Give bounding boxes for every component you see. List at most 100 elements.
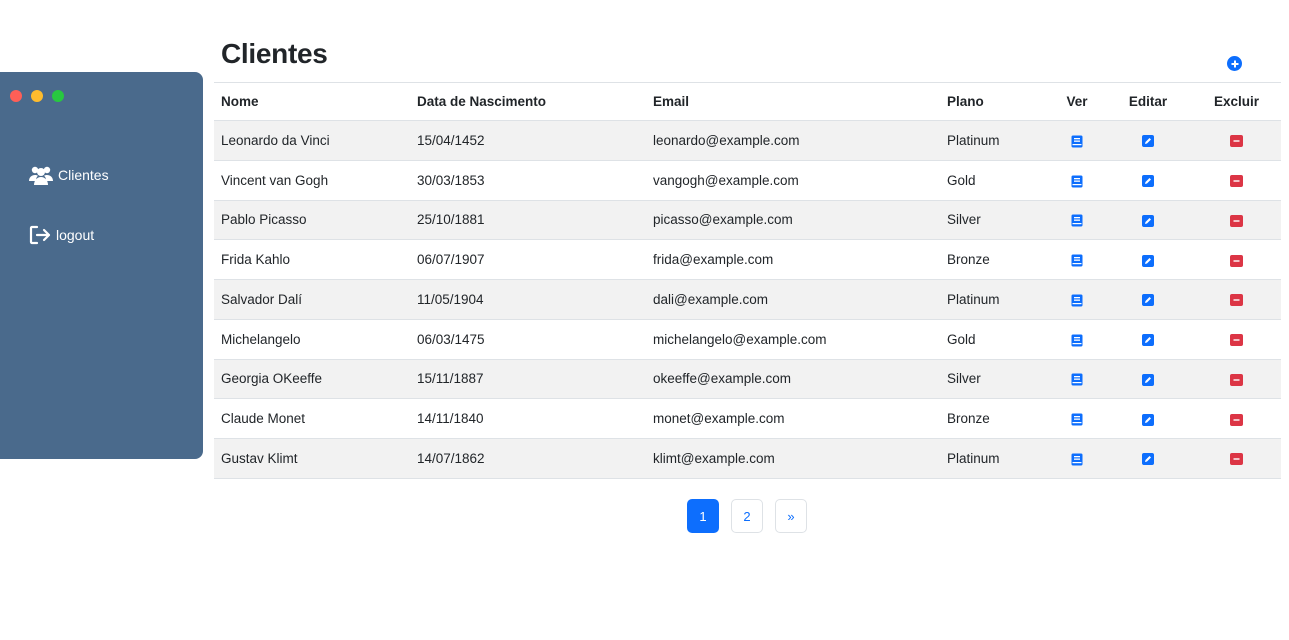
dash-square-icon bbox=[1230, 453, 1243, 466]
cell-nome: Leonardo da Vinci bbox=[214, 120, 410, 161]
view-button[interactable] bbox=[1071, 294, 1083, 307]
delete-button[interactable] bbox=[1230, 334, 1243, 347]
cell-excluir bbox=[1192, 319, 1281, 360]
clients-table: Nome Data de Nascimento Email Plano Ver … bbox=[214, 82, 1281, 479]
page-link-1[interactable]: 1 bbox=[687, 499, 719, 533]
book-icon bbox=[1071, 373, 1083, 386]
delete-button[interactable] bbox=[1230, 135, 1243, 148]
table-row: Gustav Klimt 14/07/1862 klimt@example.com P… bbox=[214, 438, 1281, 479]
table-row: Leonardo da Vinci 15/04/1452 leonardo@exam… bbox=[214, 120, 1281, 161]
view-button[interactable] bbox=[1071, 413, 1083, 426]
cell-excluir bbox=[1192, 438, 1281, 479]
cell-email: michelangelo@example.com bbox=[646, 319, 940, 360]
view-button[interactable] bbox=[1071, 254, 1083, 267]
cell-plano: Platinum bbox=[940, 438, 1050, 479]
cell-ver bbox=[1050, 359, 1104, 400]
view-button[interactable] bbox=[1071, 453, 1083, 466]
dash-square-icon bbox=[1230, 214, 1243, 227]
cell-editar bbox=[1104, 120, 1192, 161]
book-icon bbox=[1071, 294, 1083, 307]
table-row: Georgia OKeeffe 15/11/1887 okeeffe@example… bbox=[214, 359, 1281, 400]
book-icon bbox=[1071, 254, 1083, 267]
cell-ver bbox=[1050, 200, 1104, 241]
pencil-square-icon bbox=[1142, 254, 1154, 267]
maximize-window-dot[interactable] bbox=[52, 90, 64, 102]
window-controls bbox=[10, 90, 64, 102]
cell-editar bbox=[1104, 359, 1192, 400]
cell-nascimento: 15/11/1887 bbox=[410, 359, 646, 400]
dash-square-icon bbox=[1230, 254, 1243, 267]
cell-nascimento: 14/07/1862 bbox=[410, 438, 646, 479]
cell-editar bbox=[1104, 279, 1192, 320]
cell-plano: Bronze bbox=[940, 239, 1050, 280]
table-row: Michelangelo 06/03/1475 michelangelo@examp… bbox=[214, 319, 1281, 360]
edit-button[interactable] bbox=[1142, 135, 1154, 148]
cell-email: vangogh@example.com bbox=[646, 160, 940, 201]
sidebar-item-clientes[interactable]: Clientes bbox=[28, 164, 109, 186]
pencil-square-icon bbox=[1142, 373, 1154, 386]
cell-excluir bbox=[1192, 239, 1281, 280]
delete-button[interactable] bbox=[1230, 214, 1243, 227]
column-header-excluir: Excluir bbox=[1192, 82, 1281, 121]
column-header-plano: Plano bbox=[940, 82, 1050, 121]
delete-button[interactable] bbox=[1230, 413, 1243, 426]
edit-button[interactable] bbox=[1142, 214, 1154, 227]
cell-nascimento: 11/05/1904 bbox=[410, 279, 646, 320]
add-client-button[interactable] bbox=[1227, 56, 1242, 71]
pencil-square-icon bbox=[1142, 453, 1154, 466]
view-button[interactable] bbox=[1071, 175, 1083, 188]
edit-button[interactable] bbox=[1142, 254, 1154, 267]
cell-plano: Bronze bbox=[940, 398, 1050, 439]
edit-button[interactable] bbox=[1142, 334, 1154, 347]
edit-button[interactable] bbox=[1142, 175, 1154, 188]
minimize-window-dot[interactable] bbox=[31, 90, 43, 102]
cell-editar bbox=[1104, 160, 1192, 201]
cell-email: dali@example.com bbox=[646, 279, 940, 320]
cell-plano: Platinum bbox=[940, 120, 1050, 161]
view-button[interactable] bbox=[1071, 334, 1083, 347]
cell-email: okeeffe@example.com bbox=[646, 359, 940, 400]
cell-nome: Georgia OKeeffe bbox=[214, 359, 410, 400]
delete-button[interactable] bbox=[1230, 254, 1243, 267]
delete-button[interactable] bbox=[1230, 453, 1243, 466]
book-icon bbox=[1071, 214, 1083, 227]
delete-button[interactable] bbox=[1230, 175, 1243, 188]
table-header-row: Nome Data de Nascimento Email Plano Ver … bbox=[214, 82, 1281, 121]
cell-email: picasso@example.com bbox=[646, 200, 940, 241]
book-icon bbox=[1071, 175, 1083, 188]
delete-button[interactable] bbox=[1230, 294, 1243, 307]
column-header-nome: Nome bbox=[214, 82, 410, 121]
view-button[interactable] bbox=[1071, 135, 1083, 148]
sidebar-item-label: logout bbox=[56, 227, 95, 243]
view-button[interactable] bbox=[1071, 373, 1083, 386]
page-link-next[interactable]: » bbox=[775, 499, 807, 533]
column-header-email: Email bbox=[646, 82, 940, 121]
delete-button[interactable] bbox=[1230, 373, 1243, 386]
cell-editar bbox=[1104, 319, 1192, 360]
sidebar-item-logout[interactable]: logout bbox=[28, 224, 94, 246]
view-button[interactable] bbox=[1071, 214, 1083, 227]
dash-square-icon bbox=[1230, 175, 1243, 188]
cell-nascimento: 14/11/1840 bbox=[410, 398, 646, 439]
cell-nome: Frida Kahlo bbox=[214, 239, 410, 280]
dash-square-icon bbox=[1230, 373, 1243, 386]
cell-nome: Claude Monet bbox=[214, 398, 410, 439]
edit-button[interactable] bbox=[1142, 413, 1154, 426]
page-link-2[interactable]: 2 bbox=[731, 499, 763, 533]
edit-button[interactable] bbox=[1142, 294, 1154, 307]
close-window-dot[interactable] bbox=[10, 90, 22, 102]
dash-square-icon bbox=[1230, 135, 1243, 148]
cell-excluir bbox=[1192, 279, 1281, 320]
dash-square-icon bbox=[1230, 413, 1243, 426]
edit-button[interactable] bbox=[1142, 453, 1154, 466]
cell-plano: Silver bbox=[940, 200, 1050, 241]
users-icon bbox=[28, 164, 54, 186]
cell-editar bbox=[1104, 200, 1192, 241]
cell-nome: Gustav Klimt bbox=[214, 438, 410, 479]
cell-plano: Gold bbox=[940, 160, 1050, 201]
table-row: Frida Kahlo 06/07/1907 frida@example.com Br… bbox=[214, 239, 1281, 280]
cell-plano: Gold bbox=[940, 319, 1050, 360]
cell-nascimento: 06/03/1475 bbox=[410, 319, 646, 360]
edit-button[interactable] bbox=[1142, 373, 1154, 386]
cell-excluir bbox=[1192, 359, 1281, 400]
